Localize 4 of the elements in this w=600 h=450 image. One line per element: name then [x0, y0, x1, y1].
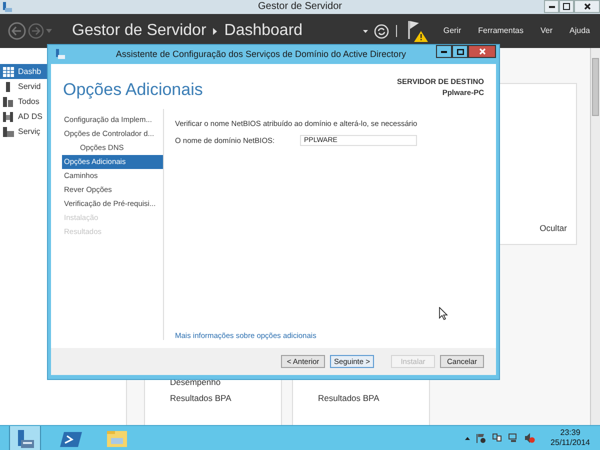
page-heading: Opções Adicionais — [63, 79, 203, 101]
breadcrumb-current: Dashboard — [224, 21, 303, 41]
dialog-title: Assistente de Configuração dos Serviços de Domínio do Active Directory — [114, 48, 408, 61]
window-title: Gestor de Servidor — [257, 0, 343, 14]
